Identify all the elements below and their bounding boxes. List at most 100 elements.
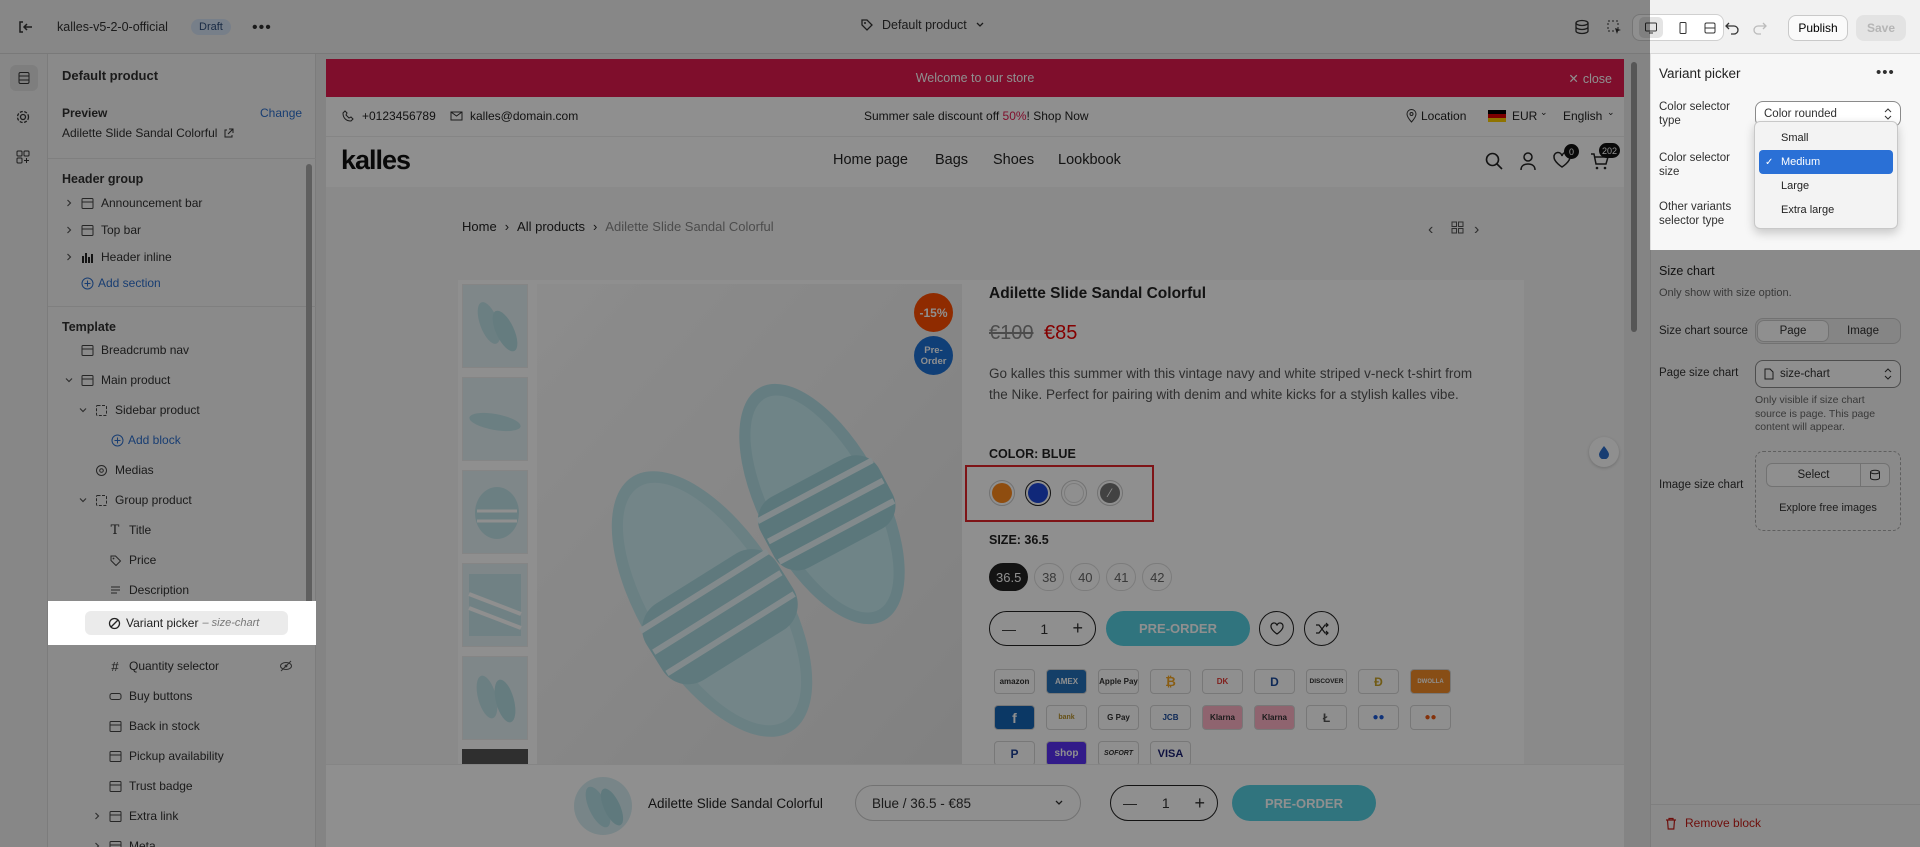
undo-icon[interactable] — [1724, 19, 1740, 35]
size-option[interactable]: 40 — [1070, 563, 1101, 591]
block-buy-buttons[interactable]: Buy buttons — [104, 683, 192, 709]
sticky-variant-select[interactable]: Blue / 36.5 - €85 — [855, 785, 1081, 821]
change-preview-link[interactable]: Change — [260, 106, 302, 120]
product-thumbnail[interactable] — [462, 749, 528, 764]
block-pickup-availability[interactable]: Pickup availability — [104, 743, 224, 769]
swatch-unavailable[interactable]: ⁄ — [1097, 480, 1123, 506]
more-icon[interactable]: ••• — [1876, 64, 1895, 81]
section-breadcrumb-nav[interactable]: Breadcrumb nav — [76, 337, 189, 363]
product-main-image[interactable] — [537, 284, 962, 764]
add-wishlist-icon[interactable] — [1259, 611, 1294, 646]
left-panel-scrollbar[interactable] — [306, 164, 312, 604]
compare-icon[interactable] — [1304, 611, 1339, 646]
announcement-close[interactable]: ✕ close — [1568, 71, 1612, 87]
location-label[interactable]: Location — [1421, 109, 1466, 123]
nav-bags[interactable]: Bags — [935, 152, 968, 168]
more-icon[interactable]: ••• — [252, 19, 272, 37]
plus-icon[interactable]: + — [1194, 793, 1205, 814]
language-selector[interactable]: English — [1563, 109, 1602, 123]
swatch-blue[interactable] — [1025, 480, 1051, 506]
size-option[interactable]: 41 — [1106, 563, 1137, 591]
dropdown-option-large[interactable]: Large — [1759, 174, 1893, 198]
minus-icon[interactable]: — — [1002, 621, 1016, 637]
add-section-button[interactable]: Add section — [76, 270, 161, 296]
source-option-image[interactable]: Image — [1828, 321, 1898, 341]
grid-icon[interactable] — [1451, 221, 1464, 234]
nav-lookbook[interactable]: Lookbook — [1058, 152, 1121, 168]
fullscreen-icon[interactable] — [1703, 21, 1717, 35]
product-thumbnail[interactable] — [462, 470, 528, 554]
add-block-button[interactable]: Add block — [106, 427, 181, 453]
minus-icon[interactable]: — — [1123, 795, 1137, 811]
block-extra-link[interactable]: Extra link — [90, 803, 178, 829]
block-back-in-stock[interactable]: Back in stock — [104, 713, 200, 739]
account-icon[interactable] — [1519, 151, 1537, 171]
explore-images-link[interactable]: Explore free images — [1756, 502, 1900, 514]
product-thumbnail[interactable] — [462, 656, 528, 740]
exit-icon[interactable] — [16, 18, 34, 36]
prev-product-icon[interactable]: ‹ — [1428, 221, 1433, 239]
preview-scrollbar[interactable] — [1631, 62, 1637, 332]
breadcrumb-home[interactable]: Home — [462, 219, 497, 234]
publish-button[interactable]: Publish — [1788, 15, 1848, 41]
quantity-value[interactable]: 1 — [1040, 621, 1048, 637]
template-selector[interactable]: Default product — [860, 18, 985, 32]
redo-icon[interactable] — [1752, 19, 1768, 35]
search-icon[interactable] — [1484, 151, 1504, 171]
block-meta[interactable]: Meta — [90, 833, 156, 847]
select-image-button[interactable]: Select — [1767, 464, 1861, 486]
database-icon[interactable] — [1574, 19, 1590, 35]
block-variant-picker-active[interactable]: Variant picker – size-chart — [85, 611, 288, 635]
save-button[interactable]: Save — [1856, 15, 1906, 41]
promo-text[interactable]: Summer sale discount off 50%! Shop Now — [864, 109, 1089, 123]
nav-home[interactable]: Home page — [833, 152, 908, 168]
plus-icon[interactable]: + — [1072, 618, 1083, 639]
section-header-inline[interactable]: Header inline — [62, 244, 172, 270]
gear-icon[interactable] — [15, 109, 31, 125]
swatch-white[interactable] — [1061, 480, 1087, 506]
store-email[interactable]: kalles@domain.com — [470, 109, 578, 123]
product-thumbnail[interactable] — [462, 377, 528, 461]
section-main-product[interactable]: Main product — [62, 367, 170, 393]
database-icon[interactable] — [1861, 464, 1889, 486]
mobile-icon[interactable] — [1676, 21, 1690, 35]
dropdown-option-extra-large[interactable]: Extra large — [1759, 198, 1893, 222]
nav-shoes[interactable]: Shoes — [993, 152, 1034, 168]
block-sidebar-product[interactable]: Sidebar product — [76, 397, 200, 423]
hidden-eye-icon[interactable] — [279, 659, 293, 673]
size-option[interactable]: 38 — [1034, 563, 1065, 591]
section-top-bar[interactable]: Top bar — [62, 217, 141, 243]
dropdown-option-small[interactable]: Small — [1759, 126, 1893, 150]
theme-droplet-icon[interactable] — [1589, 437, 1619, 467]
sections-icon[interactable] — [10, 65, 38, 91]
section-announcement-bar[interactable]: Announcement bar — [62, 190, 202, 216]
dropdown-option-medium[interactable]: ✓ Medium — [1759, 150, 1893, 174]
product-thumbnail[interactable] — [462, 563, 528, 647]
block-title[interactable]: T Title — [104, 517, 152, 543]
sticky-preorder-button[interactable]: PRE-ORDER — [1232, 785, 1376, 821]
block-description[interactable]: Description — [104, 577, 189, 603]
apps-icon[interactable] — [15, 149, 31, 165]
inspector-icon[interactable] — [1606, 19, 1622, 35]
size-option[interactable]: 42 — [1142, 563, 1173, 591]
page-size-chart-select[interactable]: size-chart — [1755, 360, 1901, 388]
sticky-quantity-value[interactable]: 1 — [1162, 795, 1170, 811]
currency-selector[interactable]: EUR — [1512, 109, 1537, 123]
block-trust-badge[interactable]: Trust badge — [104, 773, 193, 799]
next-product-icon[interactable]: › — [1474, 221, 1479, 239]
block-price[interactable]: Price — [104, 547, 156, 573]
preview-product-link[interactable]: Adilette Slide Sandal Colorful — [62, 126, 234, 140]
block-group-product[interactable]: Group product — [76, 487, 192, 513]
block-quantity-selector[interactable]: # Quantity selector — [104, 653, 293, 679]
store-logo[interactable]: kalles — [341, 145, 411, 176]
desktop-icon[interactable] — [1639, 17, 1664, 38]
product-thumbnail[interactable] — [462, 284, 528, 368]
source-option-page[interactable]: Page — [1758, 321, 1828, 341]
swatch-orange[interactable] — [989, 480, 1015, 506]
breadcrumb-all-products[interactable]: All products — [517, 219, 585, 234]
remove-block-button[interactable]: Remove block — [1665, 816, 1761, 830]
size-option-selected[interactable]: 36.5 — [989, 563, 1029, 591]
store-phone[interactable]: +0123456789 — [362, 109, 436, 123]
block-medias[interactable]: Medias — [90, 457, 154, 483]
preorder-button[interactable]: PRE-ORDER — [1106, 611, 1250, 646]
